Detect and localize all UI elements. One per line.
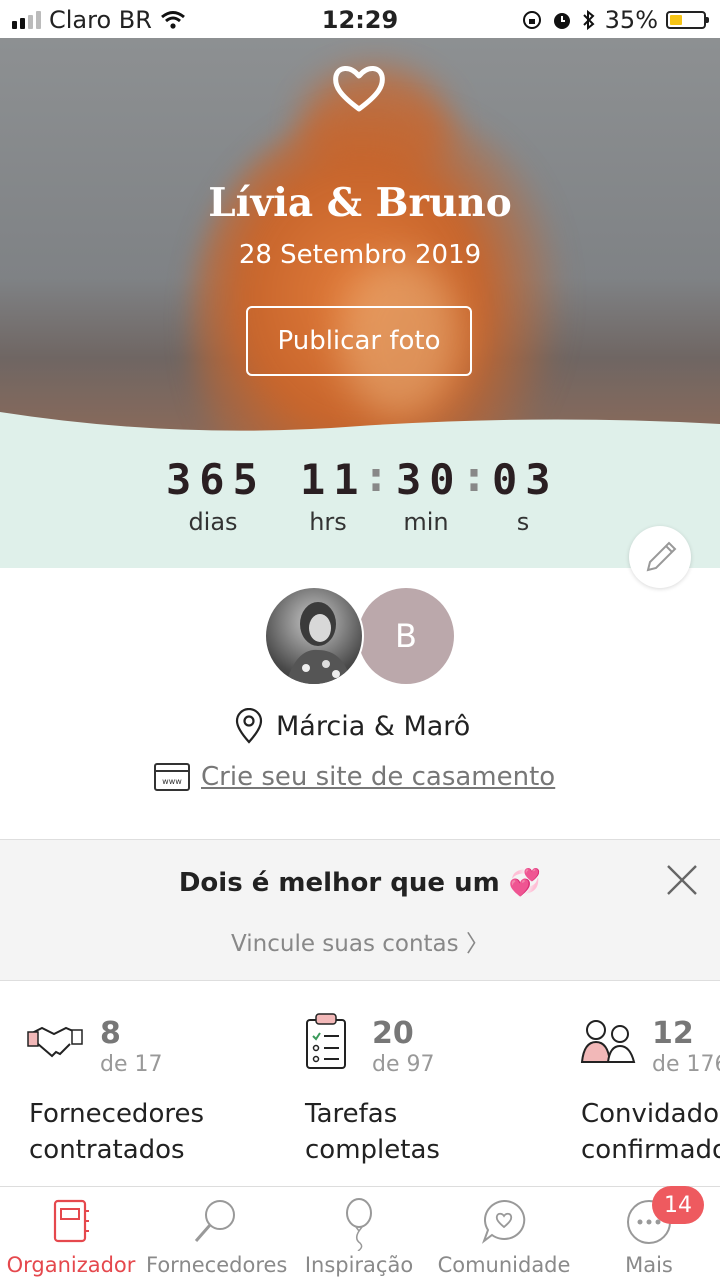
avatar-bride[interactable] <box>264 586 364 686</box>
location-row: Márcia & Marô <box>234 708 470 744</box>
nav-inspiracao[interactable]: Inspiração <box>290 1187 428 1281</box>
stat-label-line2: confirmados <box>581 1135 720 1165</box>
create-site-link[interactable]: Crie seu site de casamento <box>201 762 555 792</box>
notification-badge: 14 <box>652 1186 704 1224</box>
countdown-separator: : <box>466 455 482 501</box>
battery-percent: 35% <box>604 6 658 34</box>
nav-comunidade[interactable]: Comunidade <box>432 1187 576 1281</box>
nav-label: Comunidade <box>437 1253 571 1277</box>
guests-icon <box>580 1020 636 1063</box>
bottom-nav: Organizador Fornecedores Inspiração Comu… <box>0 1186 720 1281</box>
divider <box>0 980 720 981</box>
nav-organizador[interactable]: Organizador <box>0 1187 142 1281</box>
link-accounts-banner[interactable] <box>0 840 720 980</box>
avatar-groom[interactable]: B <box>358 588 454 684</box>
stat-value: 20 <box>372 1016 414 1051</box>
seconds-label: s <box>516 508 530 536</box>
stat-value: 8 <box>100 1016 121 1051</box>
nav-fornecedores[interactable]: Fornecedores <box>146 1187 288 1281</box>
close-icon[interactable] <box>664 862 700 898</box>
svg-text:www: www <box>162 777 182 786</box>
status-bar: Claro BR 12:29 35% <box>0 0 720 38</box>
stat-total: de 176 <box>652 1052 720 1077</box>
planner-icon <box>53 1199 89 1243</box>
chat-heart-icon <box>481 1199 526 1244</box>
rotation-lock-icon <box>522 11 541 29</box>
countdown-minutes: 30 <box>396 455 463 504</box>
nav-label: Inspiração <box>304 1253 414 1277</box>
location-label: Márcia & Marô <box>276 710 471 742</box>
website-icon: www <box>154 763 190 791</box>
stat-label-line2: completas <box>305 1135 440 1165</box>
countdown-separator: : <box>368 455 384 501</box>
wedding-site-row[interactable]: www Crie seu site de casamento <box>153 762 555 792</box>
location-pin-icon <box>235 708 263 744</box>
stat-label-line2: contratados <box>29 1135 185 1165</box>
stat-total: de 97 <box>372 1052 435 1077</box>
battery-icon <box>666 11 709 29</box>
pencil-icon <box>646 541 677 572</box>
nav-label: Organizador <box>6 1253 136 1277</box>
edit-button[interactable] <box>629 526 691 588</box>
countdown-days: 365 <box>166 455 266 504</box>
bluetooth-icon <box>582 9 595 31</box>
balloon-icon <box>346 1198 372 1251</box>
countdown-hours: 11 <box>300 455 367 504</box>
stat-guests[interactable]: 12 de 176 Convidados confirmados <box>580 1010 720 1180</box>
wedding-date: 28 Setembro 2019 <box>238 240 482 270</box>
nav-label: Mais <box>625 1253 673 1277</box>
publish-photo-button[interactable]: Publicar foto <box>246 306 472 376</box>
nav-label: Fornecedores <box>146 1253 288 1277</box>
magnifier-icon <box>194 1200 235 1242</box>
stat-label-line1: Tarefas <box>305 1099 398 1129</box>
alarm-icon <box>553 13 570 29</box>
stat-label-line1: Fornecedores <box>29 1099 205 1129</box>
days-label: dias <box>188 508 238 536</box>
stat-total: de 17 <box>100 1052 163 1077</box>
heart-icon <box>333 66 385 112</box>
stat-value: 12 <box>652 1016 694 1051</box>
countdown-seconds: 03 <box>492 455 559 504</box>
checklist-icon <box>306 1013 346 1069</box>
banner-title: Dois é melhor que um 💞 <box>178 868 542 898</box>
stat-label-line1: Convidados <box>581 1099 720 1129</box>
handshake-icon <box>27 1026 83 1058</box>
couple-names: Lívia & Bruno <box>208 180 512 226</box>
link-accounts-link[interactable]: Vincule suas contas 〉 <box>0 924 720 958</box>
